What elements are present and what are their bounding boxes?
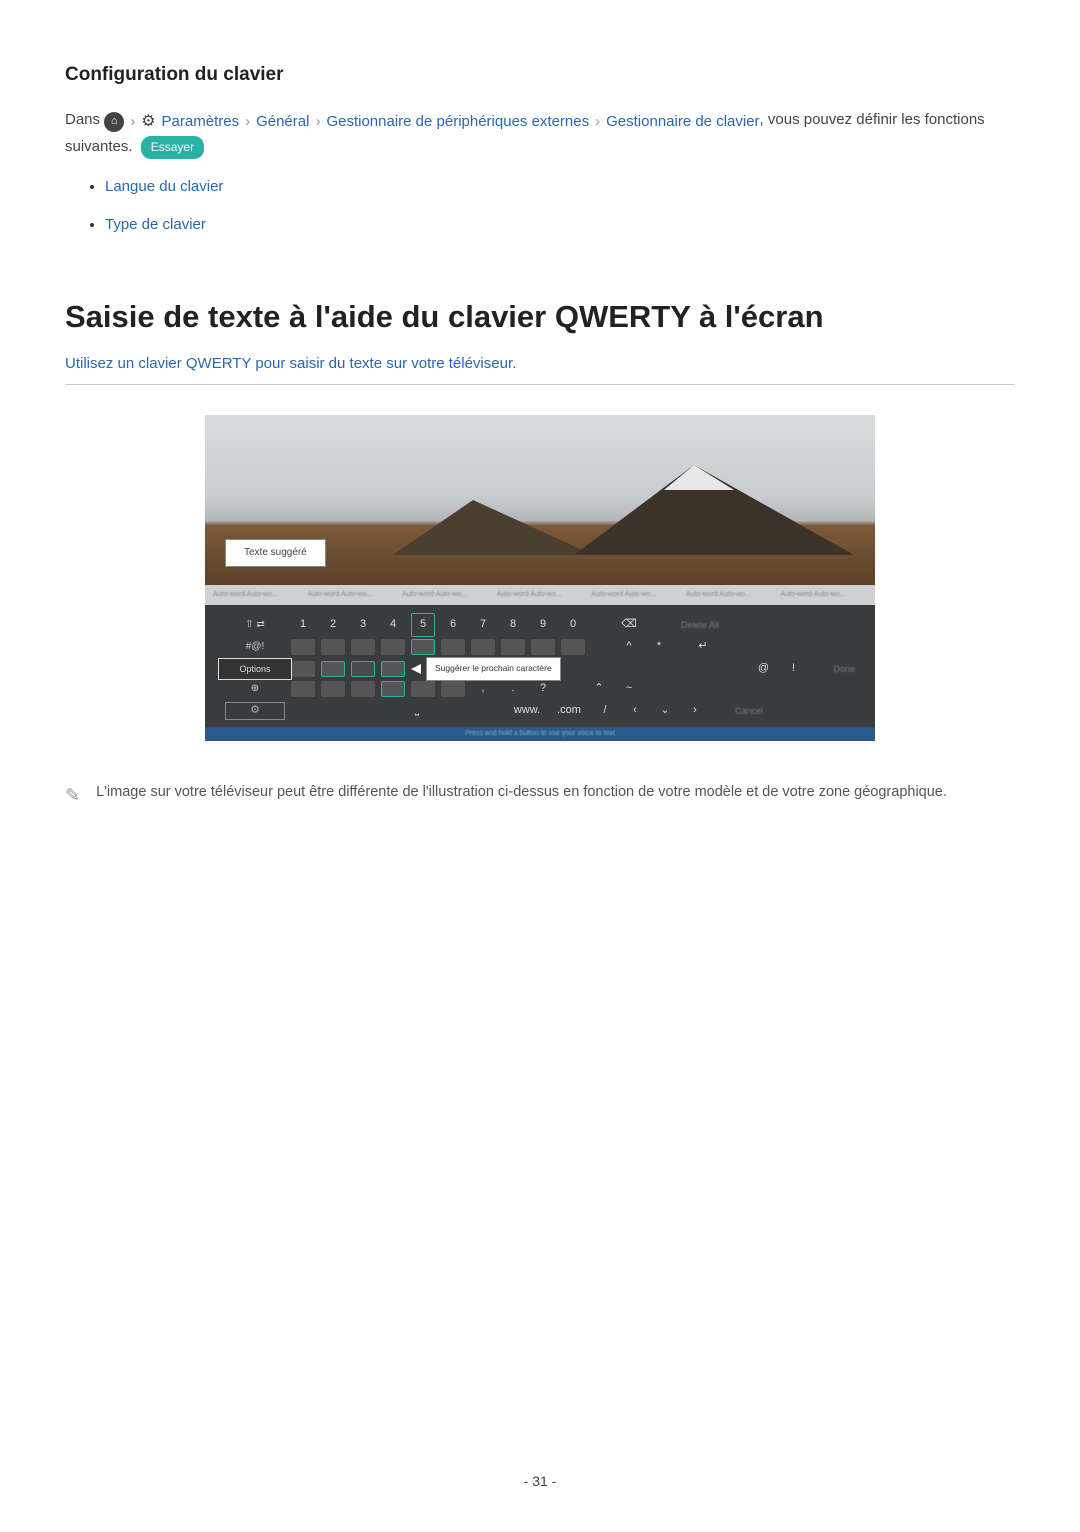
key-e[interactable] — [351, 639, 375, 655]
home-icon: ⌂ — [104, 112, 124, 132]
footnote-text: L'image sur votre téléviseur peut être d… — [96, 781, 947, 810]
key-z[interactable] — [291, 681, 315, 697]
key-n[interactable] — [441, 681, 465, 697]
key-d[interactable] — [351, 661, 375, 677]
prediction-item: Auto-word Auto-wo... — [402, 589, 489, 600]
star-key[interactable]: * — [647, 638, 671, 656]
comma-key[interactable]: , — [471, 680, 495, 698]
key-7[interactable]: 7 — [471, 616, 495, 634]
shift-key[interactable]: ⇧ ⇄ — [225, 617, 285, 633]
gear-icon: ⚙ — [141, 109, 155, 135]
chevron-right-icon: › — [130, 110, 135, 134]
key-f[interactable] — [381, 661, 405, 677]
backspace-key[interactable]: ⌫ — [617, 616, 641, 634]
angle-up-key[interactable]: ⌃ — [587, 680, 611, 698]
qwerty-subtitle: Utilisez un clavier QWERTY pour saisir d… — [65, 352, 1015, 385]
key-v[interactable] — [381, 681, 405, 697]
breadcrumb: ⌂ › ⚙ Paramètres › Général › Gestionnair… — [104, 109, 759, 135]
keyboard-hint: Press and hold a button to use your voic… — [205, 727, 875, 741]
footnote: ✎ L'image sur votre téléviseur peut être… — [65, 781, 1015, 810]
key-a[interactable] — [291, 661, 315, 677]
heading-keyboard-config: Configuration du clavier — [65, 60, 1015, 90]
key-1[interactable]: 1 — [291, 616, 315, 634]
key-u[interactable] — [471, 639, 495, 655]
page-number: - 31 - — [65, 1470, 1015, 1492]
globe-key[interactable]: ⊕ — [225, 681, 285, 697]
key-q[interactable] — [291, 639, 315, 655]
prediction-item: Auto-word Auto-wo... — [213, 589, 300, 600]
option-keyboard-type[interactable]: Type de clavier — [105, 213, 1015, 237]
spacebar[interactable]: ⎵ — [387, 702, 447, 720]
try-now-button[interactable]: Essayer — [141, 136, 204, 159]
key-b[interactable] — [411, 681, 435, 697]
key-i[interactable] — [501, 639, 525, 655]
chevron-right-icon: › — [595, 110, 600, 134]
heading-qwerty: Saisie de texte à l'aide du clavier QWER… — [65, 292, 1015, 342]
prediction-item: Auto-word Auto-wo... — [497, 589, 584, 600]
onscreen-keyboard: ⇧ ⇄ 1 2 3 4 5 6 7 8 9 0 ⌫ Delete All #@! — [205, 605, 875, 741]
prediction-item: Auto-word Auto-wo... — [591, 589, 678, 600]
options-button[interactable]: Options — [218, 658, 291, 680]
enter-key[interactable]: ↵ — [691, 638, 715, 656]
key-8[interactable]: 8 — [501, 616, 525, 634]
key-4[interactable]: 4 — [381, 616, 405, 634]
left-arrow-key[interactable]: ‹ — [623, 702, 647, 720]
cancel-button[interactable]: Cancel — [735, 704, 763, 718]
prediction-row: Auto-word Auto-wo... Auto-word Auto-wo..… — [205, 585, 875, 605]
com-key[interactable]: .com — [551, 702, 587, 720]
mountain-shape — [393, 500, 593, 555]
down-arrow-key[interactable]: ⌄ — [653, 702, 677, 720]
right-arrow-key[interactable]: › — [683, 702, 707, 720]
tilde-key[interactable]: ~ — [617, 680, 641, 698]
period-key[interactable]: . — [501, 680, 525, 698]
exclaim-key[interactable]: ! — [781, 660, 805, 678]
key-6[interactable]: 6 — [441, 616, 465, 634]
done-button[interactable]: Done — [833, 662, 855, 676]
key-p[interactable] — [561, 639, 585, 655]
crumb-settings[interactable]: Paramètres — [162, 110, 240, 134]
settings-key[interactable]: ⚙ — [225, 702, 285, 720]
at-key[interactable]: @ — [751, 660, 775, 678]
chevron-right-icon: › — [245, 110, 250, 134]
key-r[interactable] — [381, 639, 405, 655]
background-image: Texte suggéré — [205, 415, 875, 585]
suggested-text-label: Texte suggéré — [225, 539, 326, 567]
key-0[interactable]: 0 — [561, 616, 585, 634]
intro-paragraph: Dans ⌂ › ⚙ Paramètres › Général › Gestio… — [65, 108, 1015, 159]
key-5[interactable]: 5 — [411, 613, 435, 637]
key-s[interactable] — [321, 661, 345, 677]
options-list: Langue du clavier Type de clavier — [105, 175, 1015, 237]
slash-key[interactable]: / — [593, 702, 617, 720]
delete-all-button[interactable]: Delete All — [681, 618, 719, 632]
crumb-ext-device-mgr[interactable]: Gestionnaire de périphériques externes — [326, 110, 589, 134]
keyboard-screenshot: Texte suggéré Auto-word Auto-wo... Auto-… — [205, 415, 875, 741]
chevron-right-icon: › — [315, 110, 320, 134]
pencil-icon: ✎ — [65, 781, 80, 810]
caret-key[interactable]: ^ — [617, 638, 641, 656]
tooltip-arrow — [411, 664, 421, 674]
key-w[interactable] — [321, 639, 345, 655]
symbols-key[interactable]: #@! — [225, 639, 285, 655]
crumb-keyboard-mgr[interactable]: Gestionnaire de clavier — [606, 110, 759, 134]
key-o[interactable] — [531, 639, 555, 655]
key-y[interactable] — [441, 639, 465, 655]
prediction-item: Auto-word Auto-wo... — [780, 589, 867, 600]
key-2[interactable]: 2 — [321, 616, 345, 634]
key-c[interactable] — [351, 681, 375, 697]
crumb-general[interactable]: Général — [256, 110, 309, 134]
key-t[interactable] — [411, 639, 435, 655]
intro-text-before: Dans — [65, 111, 100, 128]
prediction-item: Auto-word Auto-wo... — [308, 589, 395, 600]
prediction-item: Auto-word Auto-wo... — [686, 589, 773, 600]
key-x[interactable] — [321, 681, 345, 697]
www-key[interactable]: www. — [509, 702, 545, 720]
mountain-shape — [574, 465, 854, 555]
question-key[interactable]: ? — [531, 680, 555, 698]
key-9[interactable]: 9 — [531, 616, 555, 634]
next-char-tooltip: Suggérer le prochain caractère — [426, 657, 561, 681]
option-keyboard-language[interactable]: Langue du clavier — [105, 175, 1015, 199]
key-3[interactable]: 3 — [351, 616, 375, 634]
